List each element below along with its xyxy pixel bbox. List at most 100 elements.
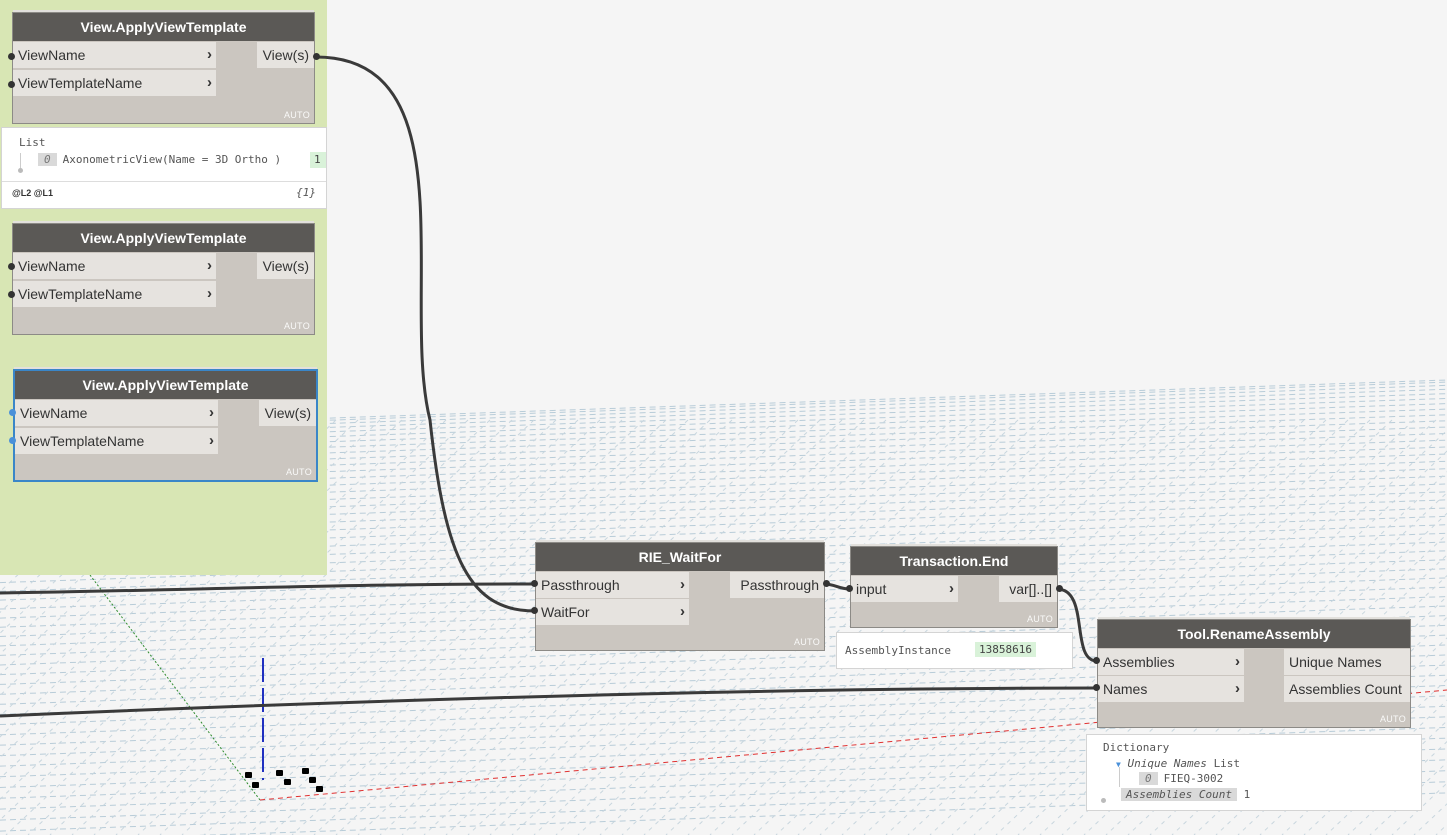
input-port-assemblies[interactable]: Assemblies › bbox=[1098, 649, 1244, 675]
port-dot[interactable] bbox=[1093, 657, 1100, 664]
node-transaction-end[interactable]: Transaction.End input › var[]..[] AUTO bbox=[850, 546, 1058, 628]
input-port-viewname[interactable]: ViewName › bbox=[13, 253, 216, 279]
port-dot[interactable] bbox=[9, 409, 16, 416]
view-marker bbox=[309, 777, 316, 783]
view-marker bbox=[284, 779, 291, 785]
node-title: View.ApplyViewTemplate bbox=[13, 13, 314, 41]
port-dot[interactable] bbox=[531, 607, 538, 614]
port-label: ViewName bbox=[18, 47, 86, 63]
view-marker bbox=[276, 770, 283, 776]
input-port-viewtemplatename[interactable]: ViewTemplateName › bbox=[15, 428, 218, 454]
port-dot[interactable] bbox=[846, 585, 853, 592]
port-label: Assemblies Count bbox=[1289, 681, 1402, 697]
preview-type: AssemblyInstance bbox=[845, 644, 951, 657]
node-title: Transaction.End bbox=[851, 547, 1057, 575]
preview-value: 13858616 bbox=[975, 642, 1036, 657]
port-label: ViewTemplateName bbox=[20, 433, 145, 449]
port-label: WaitFor bbox=[541, 604, 590, 620]
output-port-views[interactable]: View(s) bbox=[257, 253, 314, 279]
node-title: View.ApplyViewTemplate bbox=[13, 224, 314, 252]
input-port-viewtemplatename[interactable]: ViewTemplateName › bbox=[13, 281, 216, 307]
port-label: Unique Names bbox=[1289, 654, 1382, 670]
output-port-assemblies-count[interactable]: Assemblies Count bbox=[1284, 676, 1410, 702]
node-apply-view-template-3[interactable]: View.ApplyViewTemplate ViewName › ViewTem… bbox=[13, 369, 318, 482]
port-label: input bbox=[856, 581, 887, 597]
node-title: View.ApplyViewTemplate bbox=[15, 371, 316, 399]
port-dot[interactable] bbox=[531, 580, 538, 587]
input-port-passthrough[interactable]: Passthrough › bbox=[536, 572, 689, 598]
output-port-var[interactable]: var[]..[] bbox=[999, 576, 1057, 602]
chevron-right-icon: › bbox=[680, 576, 685, 593]
lacing-label: AUTO bbox=[285, 467, 312, 477]
port-label: ViewTemplateName bbox=[18, 286, 143, 302]
port-dot[interactable] bbox=[8, 263, 15, 270]
port-label: Names bbox=[1103, 681, 1148, 697]
input-port-input[interactable]: input › bbox=[851, 576, 958, 602]
list-index: 0 bbox=[38, 153, 57, 166]
chevron-right-icon: › bbox=[949, 580, 954, 597]
lacing-label: AUTO bbox=[283, 110, 310, 120]
port-dot[interactable] bbox=[1093, 684, 1100, 691]
input-port-waitfor[interactable]: WaitFor › bbox=[536, 599, 689, 625]
port-label: View(s) bbox=[262, 258, 309, 274]
output-port-views[interactable]: View(s) bbox=[259, 400, 316, 426]
view-marker bbox=[302, 768, 309, 774]
input-port-names[interactable]: Names › bbox=[1098, 676, 1244, 702]
port-dot[interactable] bbox=[8, 53, 15, 60]
output-port-unique-names[interactable]: Unique Names bbox=[1284, 649, 1410, 675]
port-label: Passthrough bbox=[541, 577, 620, 593]
output-port-passthrough[interactable]: Passthrough bbox=[730, 572, 824, 598]
input-port-viewname[interactable]: ViewName › bbox=[13, 42, 216, 68]
node-tool-rename-assembly[interactable]: Tool.RenameAssembly Assemblies › Names › U… bbox=[1097, 619, 1411, 728]
lacing-label: AUTO bbox=[283, 321, 310, 331]
port-label: ViewName bbox=[20, 405, 88, 421]
port-dot[interactable] bbox=[1056, 585, 1063, 592]
port-dot[interactable] bbox=[8, 291, 15, 298]
node-title: Tool.RenameAssembly bbox=[1098, 620, 1410, 648]
wire-left-to-passthrough[interactable] bbox=[0, 582, 536, 595]
view-marker bbox=[245, 772, 252, 778]
input-port-viewname[interactable]: ViewName › bbox=[15, 400, 218, 426]
dictionary-key: Unique Names bbox=[1127, 757, 1207, 770]
port-label: Assemblies bbox=[1103, 654, 1175, 670]
port-label: var[]..[] bbox=[1009, 581, 1052, 597]
port-dot[interactable] bbox=[823, 580, 830, 587]
node-rie-waitfor[interactable]: RIE_WaitFor Passthrough › WaitFor › Passth… bbox=[535, 542, 825, 651]
node-preview-list: List 0 AxonometricView(Name = 3D Ortho ) … bbox=[1, 127, 327, 209]
chevron-right-icon: › bbox=[680, 603, 685, 620]
port-dot[interactable] bbox=[8, 81, 15, 88]
chevron-right-icon: › bbox=[207, 46, 212, 63]
port-label: ViewName bbox=[18, 258, 86, 274]
input-port-viewtemplatename[interactable]: ViewTemplateName › bbox=[13, 70, 216, 96]
item-count: {1} bbox=[296, 186, 316, 199]
view-marker bbox=[252, 782, 259, 788]
chevron-right-icon: › bbox=[209, 404, 214, 421]
node-apply-view-template-2[interactable]: View.ApplyViewTemplate ViewName › ViewTem… bbox=[12, 223, 315, 335]
port-label: View(s) bbox=[264, 405, 311, 421]
list-index: 0 bbox=[1139, 772, 1158, 785]
port-label: View(s) bbox=[262, 47, 309, 63]
wire-left-to-names[interactable] bbox=[0, 686, 1098, 718]
list-levels: @L2 @L1 bbox=[12, 188, 54, 198]
port-dot[interactable] bbox=[313, 53, 320, 60]
dictionary-value: 1 bbox=[1243, 788, 1251, 801]
port-label: Passthrough bbox=[740, 577, 819, 593]
port-dot[interactable] bbox=[9, 437, 16, 444]
view-marker bbox=[316, 786, 323, 792]
preview-header: List bbox=[19, 136, 46, 149]
node-apply-view-template-1[interactable]: View.ApplyViewTemplate ViewName › ViewTem… bbox=[12, 12, 315, 124]
chevron-right-icon: › bbox=[207, 285, 212, 302]
lacing-label: AUTO bbox=[1379, 714, 1406, 724]
chevron-right-icon: › bbox=[1235, 680, 1240, 697]
output-port-views[interactable]: View(s) bbox=[257, 42, 314, 68]
dictionary-key: Assemblies Count bbox=[1121, 788, 1237, 801]
wire-views-to-waitfor[interactable] bbox=[315, 55, 536, 613]
port-label: ViewTemplateName bbox=[18, 75, 143, 91]
lacing-label: AUTO bbox=[1026, 614, 1053, 624]
node-preview-value: AssemblyInstance 13858616 bbox=[836, 632, 1073, 669]
chevron-right-icon: › bbox=[207, 74, 212, 91]
list-item: FIEQ-3002 bbox=[1163, 772, 1224, 785]
count-chip: 1 bbox=[310, 152, 326, 168]
workspace-canvas[interactable]: View.ApplyViewTemplate ViewName › ViewTem… bbox=[0, 0, 1447, 835]
chevron-right-icon: › bbox=[1235, 653, 1240, 670]
